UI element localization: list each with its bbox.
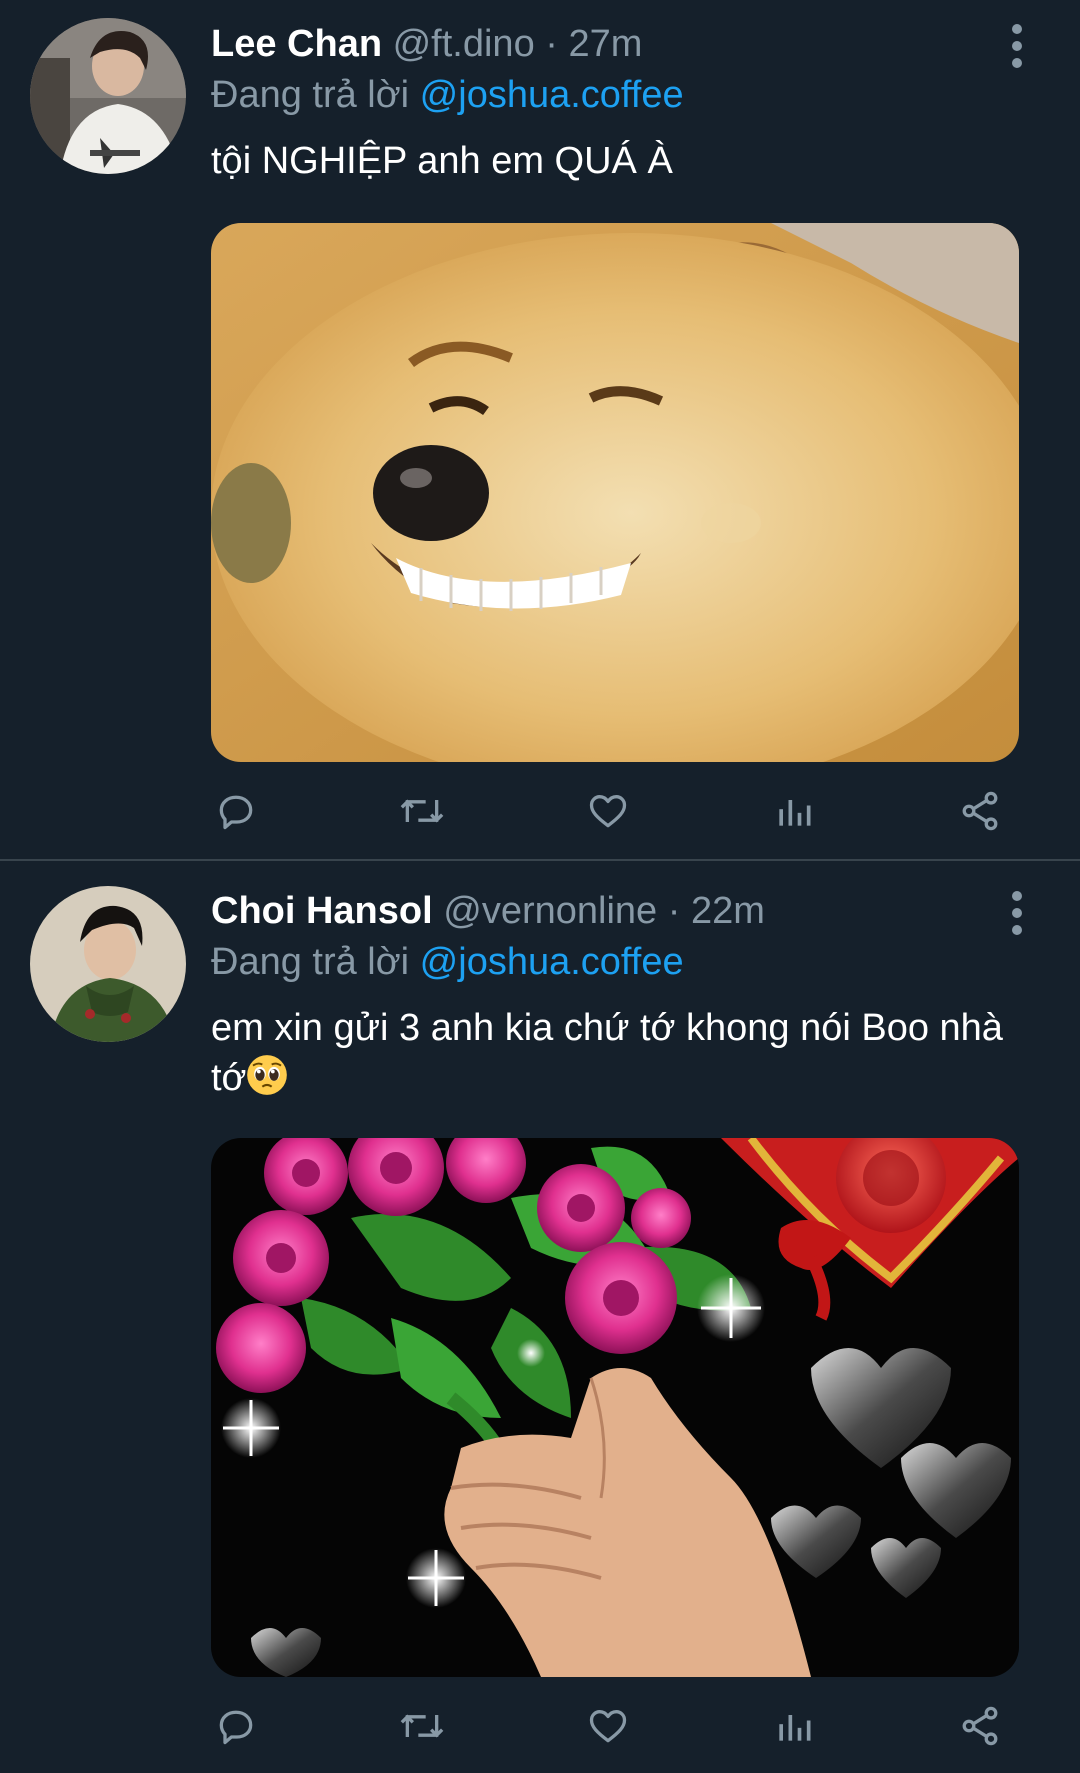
- tweet-2[interactable]: Choi Hansol @vernonline · 22m Đang trả l…: [0, 861, 1080, 1773]
- timestamp[interactable]: 27m: [568, 23, 642, 65]
- pleading-face-emoji: [247, 1055, 288, 1095]
- mention-link[interactable]: @joshua.coffee: [420, 74, 684, 116]
- tweet-header: Lee Chan @ft.dino · 27m: [211, 16, 642, 72]
- hand-holding-pink-roses-with-hearts: [211, 1138, 1019, 1677]
- reply-icon[interactable]: [211, 786, 261, 836]
- tweet-media-image[interactable]: [211, 223, 1019, 762]
- avatar[interactable]: [30, 18, 186, 174]
- more-options-icon[interactable]: [1005, 24, 1029, 68]
- tweet-text: em xin gửi 3 anh kia chứ tớ khong nói Bo…: [211, 1007, 1003, 1099]
- like-icon[interactable]: [583, 1701, 633, 1751]
- analytics-icon[interactable]: [769, 1701, 819, 1751]
- reply-prefix: Đang trả lời: [211, 74, 410, 116]
- shiba-inu-grinning-meme: [211, 223, 1019, 762]
- tweet-1[interactable]: Lee Chan @ft.dino · 27m Đang trả lời @jo…: [0, 0, 1080, 860]
- reply-icon[interactable]: [211, 1701, 261, 1751]
- retweet-icon[interactable]: [397, 1701, 447, 1751]
- tweet-header: Choi Hansol @vernonline · 22m: [211, 883, 765, 939]
- separator-dot: ·: [545, 23, 558, 65]
- tweet-actions: [211, 1701, 1019, 1751]
- display-name[interactable]: Lee Chan: [211, 23, 382, 65]
- like-icon[interactable]: [583, 786, 633, 836]
- user-handle[interactable]: @ft.dino: [393, 23, 535, 65]
- analytics-icon[interactable]: [769, 786, 819, 836]
- display-name[interactable]: Choi Hansol: [211, 890, 433, 932]
- timestamp[interactable]: 22m: [691, 890, 765, 932]
- reply-context: Đang trả lời @joshua.coffee: [211, 935, 684, 989]
- more-options-icon[interactable]: [1005, 891, 1029, 935]
- tweet-media-image[interactable]: [211, 1138, 1019, 1677]
- reply-context: Đang trả lời @joshua.coffee: [211, 68, 684, 122]
- tweet-text: tội NGHIỆP anh em QUÁ À: [211, 140, 673, 182]
- reply-prefix: Đang trả lời: [211, 941, 410, 983]
- tweet-text-container: em xin gửi 3 anh kia chứ tớ khong nói Bo…: [211, 1003, 1037, 1103]
- separator-dot: ·: [667, 890, 681, 932]
- avatar[interactable]: [30, 886, 186, 1042]
- user-handle[interactable]: @vernonline: [443, 890, 657, 932]
- tweet-actions: [211, 786, 1019, 836]
- mention-link[interactable]: @joshua.coffee: [420, 941, 684, 983]
- share-icon[interactable]: [955, 786, 1005, 836]
- retweet-icon[interactable]: [397, 786, 447, 836]
- share-icon[interactable]: [955, 1701, 1005, 1751]
